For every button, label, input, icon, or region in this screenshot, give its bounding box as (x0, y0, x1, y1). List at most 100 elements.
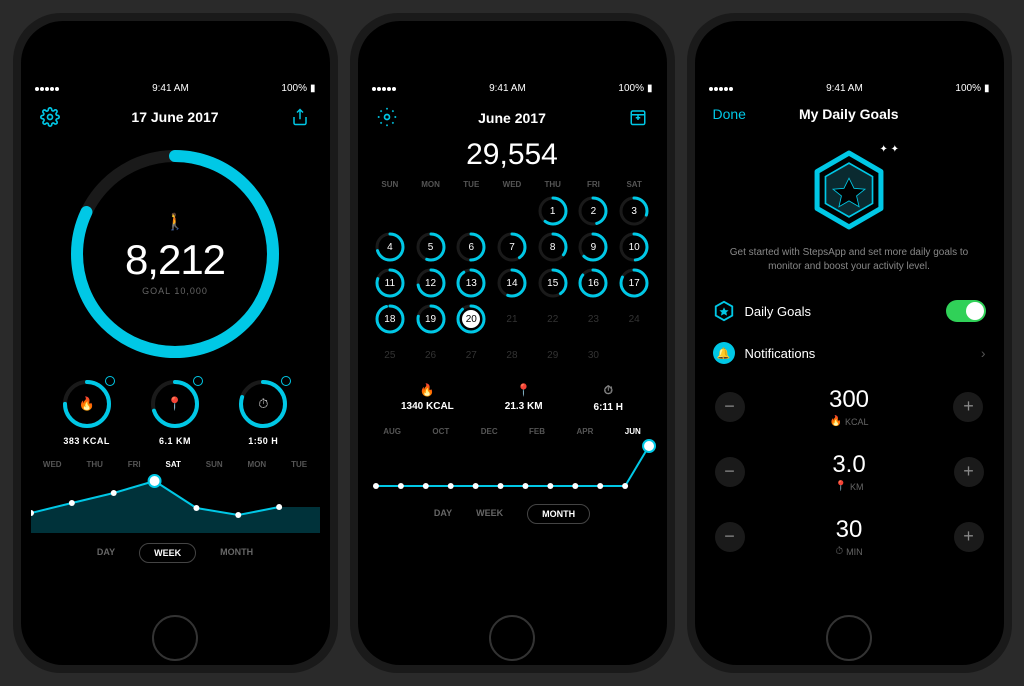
goal-row: − 30 ⏱MIN + (699, 504, 1000, 569)
month-stats: 🔥1340 KCAL 📍21.3 KM ⏱6:11 H (362, 371, 663, 419)
daily-goals-label: Daily Goals (745, 304, 811, 319)
done-button[interactable]: Done (713, 106, 746, 122)
calendar-day[interactable]: 16 (577, 267, 609, 299)
weekday-label: MON (410, 180, 451, 189)
day-label[interactable]: TUE (291, 460, 307, 469)
calendar-day-future: 23 (577, 303, 609, 335)
daily-goals-toggle[interactable] (946, 300, 986, 322)
calendar-day[interactable]: 7 (496, 231, 528, 263)
month-stat: 📍21.3 KM (505, 383, 543, 413)
hex-icon (713, 300, 735, 322)
chevron-right-icon: › (981, 345, 986, 361)
month-label: OCT (432, 427, 449, 436)
calendar-day[interactable]: 17 (618, 267, 650, 299)
goal-row: − 3.0 📍KM + (699, 439, 1000, 504)
page-title: 17 June 2017 (131, 109, 218, 125)
share-icon[interactable] (289, 106, 311, 128)
increment-button[interactable]: + (954, 522, 984, 552)
calendar-day-future: 29 (537, 339, 569, 371)
calendar-day-future: 24 (618, 303, 650, 335)
weekday-label: WED (492, 180, 533, 189)
goal-value: 30 (835, 516, 862, 544)
day-label[interactable]: SUN (206, 460, 223, 469)
calendar-day[interactable]: 14 (496, 267, 528, 299)
notifications-label: Notifications (745, 346, 816, 361)
goals-badge: ✦ ✦ (807, 148, 891, 232)
decrement-button[interactable]: − (715, 392, 745, 422)
calendar-header: SUNMONTUEWEDTHUFRISAT (362, 180, 663, 195)
status-bar: 9:41 AM 100%▮ (25, 79, 326, 98)
month-total: 29,554 (362, 138, 663, 172)
goals-subtitle: Get started with StepsApp and set more d… (699, 246, 1000, 274)
range-option[interactable]: MONTH (527, 504, 590, 524)
calendar-day[interactable]: 4 (374, 231, 406, 263)
decrement-button[interactable]: − (715, 457, 745, 487)
status-bar: 9:41 AM 100%▮ (362, 79, 663, 98)
month-stat: ⏱6:11 H (594, 383, 623, 413)
month-stat: 🔥1340 KCAL (401, 383, 454, 413)
metric[interactable]: ⏱ 1:50 H (237, 378, 289, 446)
calendar-day[interactable]: 1 (537, 195, 569, 227)
daily-goals-row[interactable]: Daily Goals (699, 290, 1000, 332)
metrics-row: 🔥 383 KCAL 📍 6.1 KM ⏱ 1:50 H (25, 378, 326, 446)
goal-value: 300 (829, 386, 869, 414)
settings-icon[interactable] (39, 106, 61, 128)
calendar-day[interactable]: 15 (537, 267, 569, 299)
goal-value: 3.0 (832, 451, 865, 479)
weekday-row: WED THU FRI SAT SUN MON TUE (25, 454, 326, 471)
phone-goals: 9:41 AM 100%▮ Done My Daily Goals ✦ ✦ Ge… (687, 13, 1012, 673)
calendar-day[interactable]: 12 (415, 267, 447, 299)
calendar-grid[interactable]: 1 2 3 4 5 6 7 8 9 10 11 (362, 195, 663, 371)
calendar-day[interactable]: 3 (618, 195, 650, 227)
calendar-day[interactable]: 10 (618, 231, 650, 263)
increment-button[interactable]: + (953, 392, 983, 422)
settings-icon[interactable] (376, 106, 398, 128)
range-selector[interactable]: DAY WEEK MONTH (25, 533, 326, 567)
decrement-button[interactable]: − (715, 522, 745, 552)
month-label: DEC (481, 427, 498, 436)
month-label: AUG (383, 427, 401, 436)
calendar-day[interactable]: 11 (374, 267, 406, 299)
calendar-day[interactable]: 18 (374, 303, 406, 335)
status-bar: 9:41 AM 100%▮ (699, 79, 1000, 98)
day-label[interactable]: WED (43, 460, 62, 469)
range-option[interactable]: WEEK (476, 504, 503, 524)
bell-icon: 🔔 (713, 342, 735, 364)
goal-unit: 🔥KCAL (829, 416, 869, 427)
calendar-add-icon[interactable] (627, 106, 649, 128)
calendar-day[interactable]: 5 (415, 231, 447, 263)
metric[interactable]: 📍 6.1 KM (149, 378, 201, 446)
calendar-day[interactable]: 20 (455, 303, 487, 335)
goal-unit: ⏱MIN (835, 546, 862, 557)
goal-unit: 📍KM (832, 481, 865, 492)
calendar-day[interactable]: 19 (415, 303, 447, 335)
range-option[interactable]: DAY (97, 543, 115, 563)
day-label[interactable]: SAT (166, 460, 181, 469)
month-label: FEB (529, 427, 545, 436)
steps-count: 8,212 (125, 236, 225, 284)
range-option[interactable]: WEEK (139, 543, 196, 563)
calendar-day[interactable]: 9 (577, 231, 609, 263)
calendar-day[interactable]: 8 (537, 231, 569, 263)
notifications-row[interactable]: 🔔 Notifications › (699, 332, 1000, 374)
weekly-chart (25, 471, 326, 533)
page-title: My Daily Goals (799, 106, 899, 122)
range-option[interactable]: MONTH (220, 543, 253, 563)
calendar-day[interactable]: 13 (455, 267, 487, 299)
calendar-day[interactable]: 6 (455, 231, 487, 263)
increment-button[interactable]: + (954, 457, 984, 487)
weekday-label: THU (532, 180, 573, 189)
steps-progress-ring: 🚶 8,212 GOAL 10,000 (65, 144, 285, 364)
calendar-day-future: 28 (496, 339, 528, 371)
calendar-day-future: 30 (577, 339, 609, 371)
day-label[interactable]: FRI (128, 460, 141, 469)
calendar-day[interactable]: 2 (577, 195, 609, 227)
range-option[interactable]: DAY (434, 504, 452, 524)
range-selector[interactable]: DAY WEEK MONTH (362, 494, 663, 528)
metric[interactable]: 🔥 383 KCAL (61, 378, 113, 446)
metric-label: 6.1 KM (159, 436, 191, 446)
day-label[interactable]: MON (248, 460, 267, 469)
day-label[interactable]: THU (86, 460, 102, 469)
calendar-day-future: 22 (537, 303, 569, 335)
metric-label: 383 KCAL (63, 436, 110, 446)
